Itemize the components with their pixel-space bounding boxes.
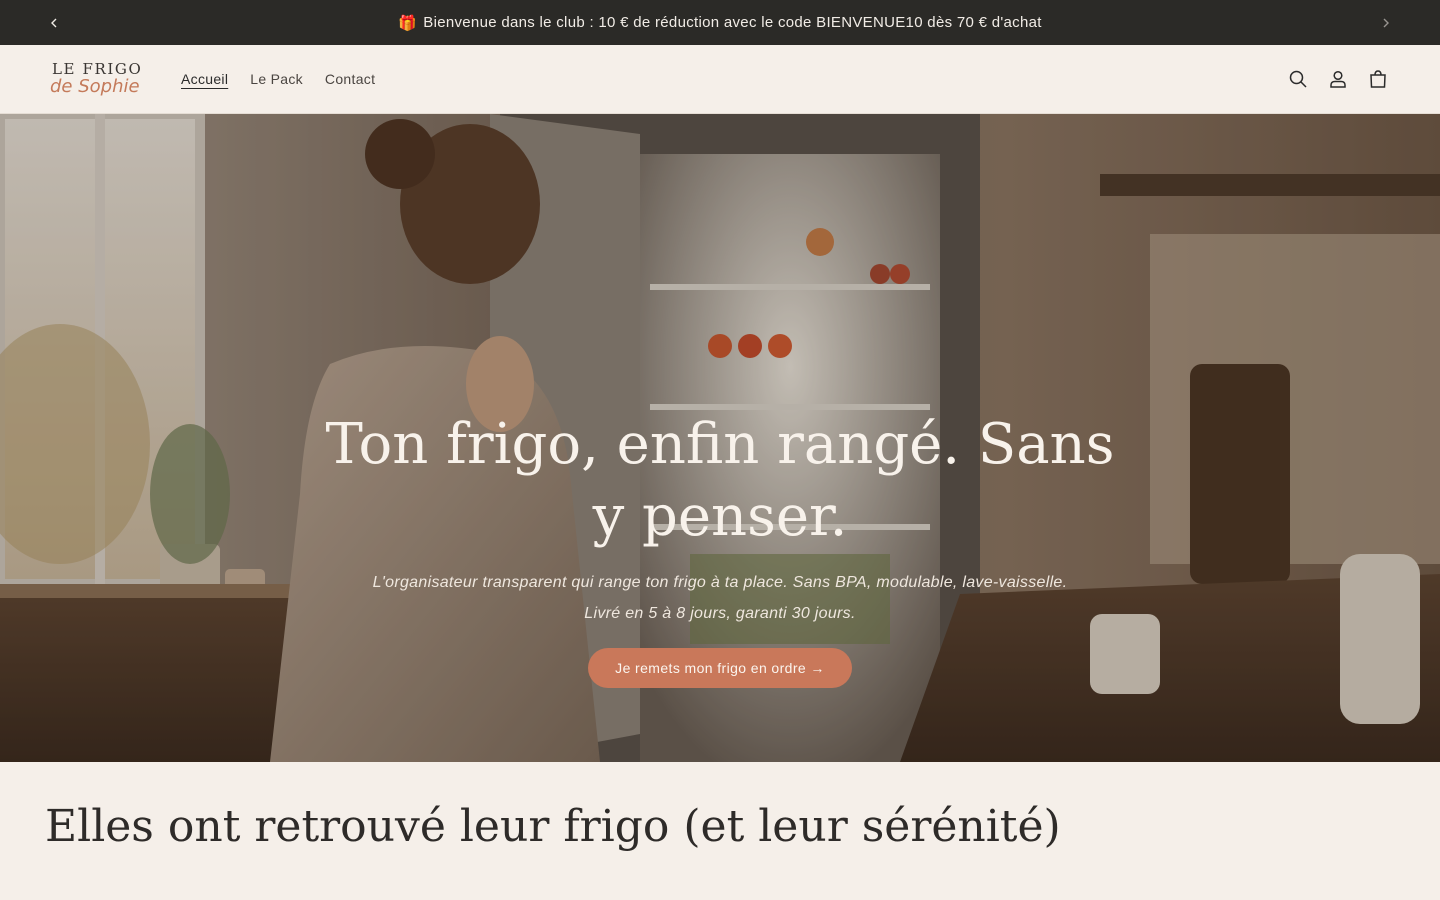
hero-title: Ton frigo, enfin rangé. Sans y penser.	[325, 412, 1115, 549]
nav-item-contact[interactable]: Contact	[325, 71, 375, 87]
hero-content: Ton frigo, enfin rangé. Sans y penser. L…	[0, 409, 1440, 688]
hero-banner: Ton frigo, enfin rangé. Sans y penser. L…	[0, 114, 1440, 762]
announcement-prev-button[interactable]	[34, 0, 74, 45]
testimonials-section: Elles ont retrouvé leur frigo (et leur s…	[0, 762, 1440, 856]
site-header: LE FRIGO de Sophie Accueil Le Pack Conta…	[0, 45, 1440, 114]
hero-cta-button[interactable]: Je remets mon frigo en ordre →	[588, 648, 852, 688]
main-nav: Accueil Le Pack Contact	[181, 71, 375, 87]
announcement-text: Bienvenue dans le club : 10 € de réducti…	[423, 14, 1042, 31]
nav-item-le-pack[interactable]: Le Pack	[250, 71, 303, 87]
logo-line2: de Sophie	[50, 76, 140, 97]
hero-subtitle: L'organisateur transparent qui range ton…	[0, 567, 1440, 629]
cart-button[interactable]	[1368, 69, 1388, 89]
header-icons	[1288, 69, 1388, 89]
announcement-next-button[interactable]	[1366, 0, 1406, 45]
logo[interactable]: LE FRIGO de Sophie	[50, 62, 181, 96]
account-icon	[1330, 70, 1346, 88]
search-icon	[1289, 70, 1307, 88]
nav-item-accueil[interactable]: Accueil	[181, 71, 228, 87]
testimonials-title: Elles ont retrouvé leur frigo (et leur s…	[45, 801, 1061, 852]
logo-line1: LE FRIGO	[52, 60, 143, 78]
announcement-bar: 🎁 Bienvenue dans le club : 10 € de réduc…	[0, 0, 1440, 45]
hero-subtitle-line1: L'organisateur transparent qui range ton…	[372, 574, 1068, 591]
gift-icon: 🎁	[398, 14, 418, 32]
account-button[interactable]	[1328, 69, 1348, 89]
chevron-left-icon	[51, 18, 57, 27]
hero-subtitle-line2: Livré en 5 à 8 jours, garanti 30 jours.	[584, 605, 856, 622]
chevron-right-icon	[1383, 18, 1389, 27]
search-button[interactable]	[1288, 69, 1308, 89]
cart-icon	[1370, 70, 1386, 88]
